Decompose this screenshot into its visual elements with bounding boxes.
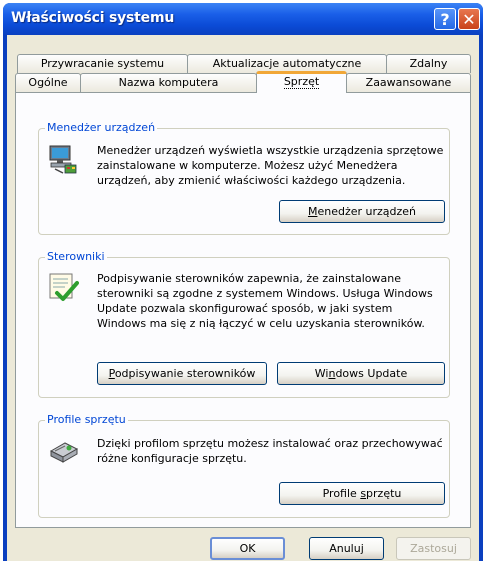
- device-manager-button[interactable]: Menedżer urządzeń: [279, 200, 445, 223]
- button-label-part: odpisywanie sterowników: [114, 367, 256, 380]
- driver-signing-icon: [49, 273, 79, 301]
- help-icon[interactable]: ?: [434, 8, 456, 30]
- device-manager-group: Menedżer urządzeń Menedżer urządzeń wyśw…: [38, 121, 450, 235]
- tab-remote[interactable]: Zdalny: [386, 54, 471, 73]
- button-label-part: dows Update: [335, 367, 408, 380]
- drivers-group-label: Sterowniki: [45, 250, 107, 263]
- drivers-desc-line: Windows ma się z nią łączyć w celu uzysk…: [97, 317, 425, 330]
- tab-label: Zdalny: [409, 57, 448, 70]
- hardware-profile-icon: [49, 442, 79, 463]
- hardware-profiles-button[interactable]: Profile sprzętu: [279, 482, 445, 505]
- tab-system-restore[interactable]: Przywracanie systemu: [17, 54, 188, 73]
- profiles-desc-line: różne konfiguracje sprzętu.: [97, 452, 247, 465]
- tab-general[interactable]: Ogólne: [15, 73, 81, 92]
- device-manager-icon: [49, 145, 77, 174]
- system-properties-window: Właściwości systemu ? ✕ Przywracanie sys…: [3, 3, 483, 561]
- tab-hardware[interactable]: Sprzęt: [256, 71, 347, 93]
- button-label-part: Wi: [314, 367, 329, 380]
- tab-label: Sprzęt: [283, 75, 320, 89]
- tab-label: Nazwa komputera: [118, 76, 219, 89]
- window-title: Właściwości systemu: [11, 10, 175, 26]
- device-manager-desc-line: Menedżer urządzeń wyświetla wszystkie ur…: [97, 144, 444, 157]
- cancel-button[interactable]: Anuluj: [309, 537, 384, 560]
- tab-computer-name[interactable]: Nazwa komputera: [80, 73, 257, 92]
- button-label-part: enedżer urządzeń: [317, 205, 417, 218]
- tab-label: Ogólne: [28, 76, 68, 89]
- tab-label: Aktualizacje automatyczne: [212, 57, 362, 70]
- drivers-desc-line: sterowniki są zgodne z systemem Windows.…: [97, 287, 433, 300]
- hardware-tab-panel: Menedżer urządzeń Menedżer urządzeń wyśw…: [15, 92, 471, 528]
- drivers-desc-line: Update pozwala skonfigurować sposób, w j…: [97, 302, 393, 315]
- profiles-desc-line: Dzięki profilom sprzętu możesz instalowa…: [97, 437, 443, 450]
- device-manager-desc-line: urządzeń, aby zmienić właściwości każdeg…: [97, 174, 406, 187]
- button-label-part: Profile: [322, 487, 361, 500]
- apply-button[interactable]: Zastosuj: [396, 537, 471, 560]
- drivers-group: Sterowniki Podpisywanie sterowników zape…: [38, 250, 450, 398]
- tab-advanced[interactable]: Zaawansowane: [346, 73, 471, 92]
- driver-signing-button[interactable]: Podpisywanie sterowników: [97, 362, 267, 385]
- drivers-desc-line: Podpisywanie sterowników zapewnia, że za…: [97, 272, 401, 285]
- tab-label: Przywracanie systemu: [40, 57, 165, 70]
- title-bar[interactable]: Właściwości systemu ? ✕: [3, 3, 483, 35]
- hardware-profiles-group: Profile sprzętu Dzięki profilom sprzętu …: [38, 413, 450, 518]
- windows-update-button[interactable]: Windows Update: [277, 362, 445, 385]
- button-label-part: przętu: [366, 487, 402, 500]
- hardware-profiles-group-label: Profile sprzętu: [45, 413, 128, 426]
- device-manager-group-label: Menedżer urządzeń: [45, 121, 158, 134]
- tab-label: Zaawansowane: [365, 76, 452, 89]
- close-icon[interactable]: ✕: [458, 8, 480, 30]
- dialog-client-area: Przywracanie systemu Aktualizacje automa…: [7, 35, 479, 561]
- device-manager-desc-line: zainstalowane w komputerze. Możesz użyć …: [97, 159, 398, 172]
- ok-button[interactable]: OK: [210, 537, 285, 560]
